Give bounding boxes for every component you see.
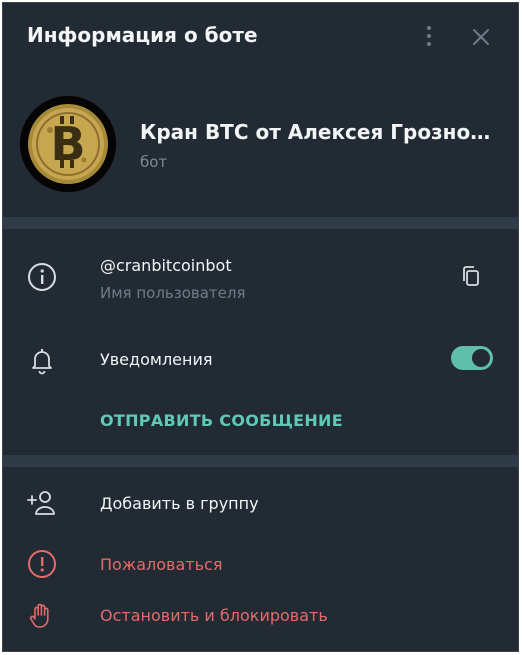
section-divider (3, 455, 518, 467)
username: @cranbitcoinbot (100, 256, 232, 275)
bitcoin-coin-icon: B (20, 96, 116, 192)
report-button[interactable]: Пожаловаться (100, 555, 222, 574)
avatar[interactable]: B (20, 96, 116, 192)
bot-name: Кран BTC от Алексея Грозного ... (140, 120, 500, 144)
add-user-icon (25, 486, 59, 520)
username-caption: Имя пользователя (100, 284, 246, 302)
notifications-toggle[interactable] (451, 346, 493, 370)
panel-title: Информация о боте (27, 23, 258, 47)
add-to-group-button[interactable]: Добавить в группу (100, 494, 259, 513)
info-icon (25, 260, 59, 294)
toggle-knob (472, 349, 490, 367)
section-divider (3, 217, 518, 229)
hand-stop-icon (25, 599, 59, 633)
bell-icon (25, 343, 59, 377)
bot-info-panel: Информация о боте B Кран BTC от Алексея … (2, 2, 519, 652)
header: Информация о боте (3, 3, 518, 67)
copy-icon[interactable] (455, 260, 489, 294)
bot-subtitle: бот (140, 153, 168, 171)
svg-text:B: B (50, 117, 85, 171)
report-icon (25, 547, 59, 581)
notifications-label: Уведомления (100, 350, 213, 369)
stop-and-block-button[interactable]: Остановить и блокировать (100, 606, 328, 625)
close-icon[interactable] (469, 25, 493, 49)
send-message-button[interactable]: ОТПРАВИТЬ СООБЩЕНИЕ (100, 411, 343, 430)
more-vertical-icon[interactable] (417, 21, 441, 51)
